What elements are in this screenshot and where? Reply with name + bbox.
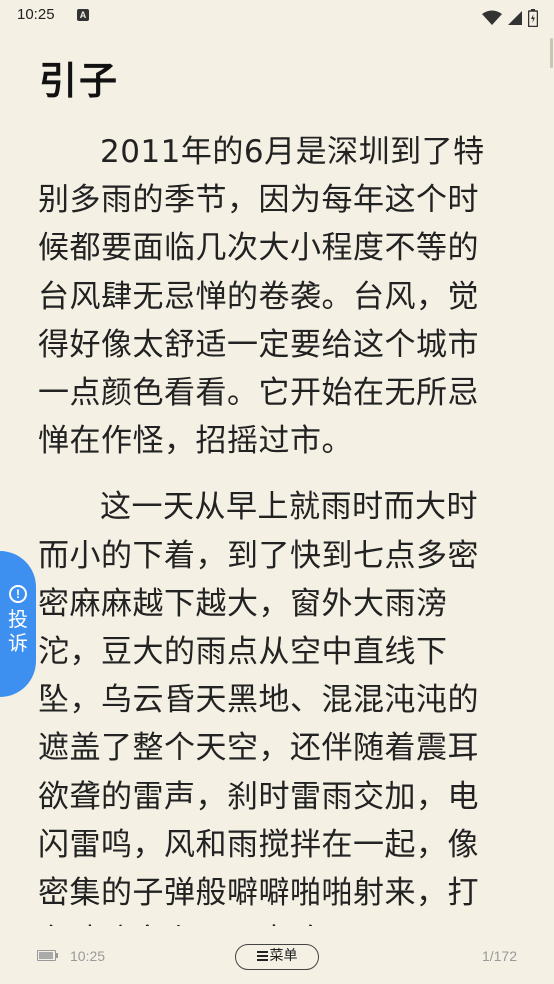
exclamation-icon: ! (9, 585, 27, 603)
status-bar: 10:25 A (0, 0, 554, 32)
bottom-time: 10:25 (70, 948, 106, 964)
status-time: 10:25 (17, 6, 55, 23)
list-icon (256, 951, 268, 961)
signal-icon (507, 10, 522, 25)
bottom-bar: 10:25 菜单 1/172 (0, 940, 554, 974)
page-indicator: 1/172 (481, 948, 517, 964)
chapter-title: 引子 (39, 59, 120, 103)
report-label: 投诉 (8, 607, 28, 655)
reading-content[interactable]: 2011年的6月是深圳到了特别多雨的季节，因为每年这个时候都要面临几次大小程度不… (38, 128, 504, 926)
battery-icon (528, 8, 538, 27)
notification-icon: A (77, 9, 89, 21)
wifi-icon (481, 10, 502, 25)
status-icons (481, 7, 538, 27)
paragraph: 这一天从早上就雨时而大时而小的下着，到了快到七点多密密麻麻越下越大，窗外大雨滂沱… (38, 489, 479, 926)
battery-icon (37, 950, 58, 961)
paragraph: 2011年的6月是深圳到了特别多雨的季节，因为每年这个时候都要面临几次大小程度不… (38, 134, 485, 460)
menu-button[interactable]: 菜单 (235, 944, 319, 970)
menu-label: 菜单 (269, 948, 298, 964)
scrollbar-thumb[interactable] (550, 38, 553, 68)
report-button[interactable]: ! 投诉 (0, 551, 36, 697)
